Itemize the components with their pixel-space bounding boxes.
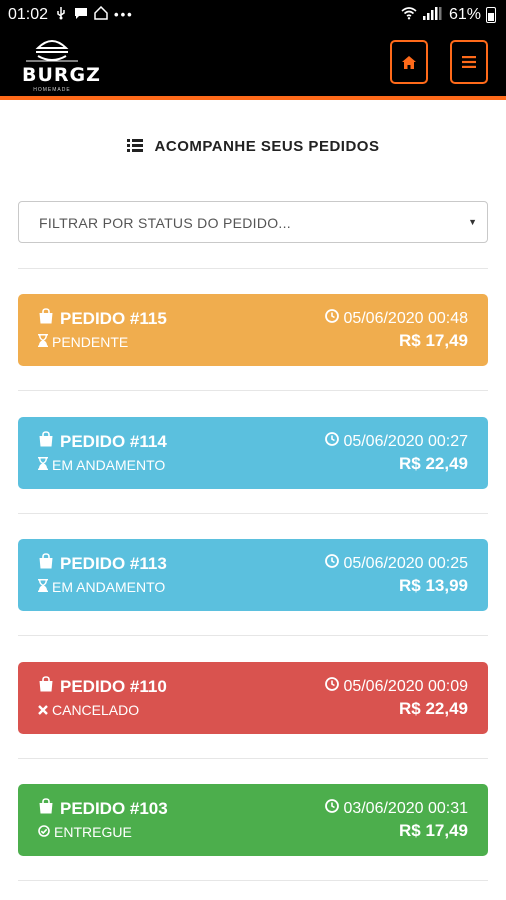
order-number: PEDIDO #103 [60, 798, 168, 818]
order-title: PEDIDO #110 [38, 676, 167, 697]
app-header: BURGZ HOMEMADE [0, 30, 506, 100]
order-title: PEDIDO #115 [38, 308, 167, 329]
home-button[interactable] [390, 40, 428, 84]
battery-percent: 61% [448, 6, 481, 23]
order-title: PEDIDO #114 [38, 431, 167, 452]
status-filter-placeholder: FILTRAR POR STATUS DO PEDIDO... [39, 215, 291, 231]
status-time: 01:02 [8, 6, 49, 23]
divider [18, 880, 488, 881]
hamburger-menu-icon [462, 56, 476, 68]
order-datetime-text: 03/06/2020 00:31 [343, 799, 468, 817]
divider [18, 268, 488, 269]
order-datetime: 05/06/2020 00:25 [325, 554, 468, 573]
order-total: R$ 22,49 [399, 699, 468, 718]
clock-icon [325, 677, 340, 696]
order-status: ENTREGUE [38, 824, 132, 840]
message-icon [74, 6, 88, 24]
order-status: EM ANDAMENTO [38, 579, 165, 595]
caret-down-icon: ▼ [468, 217, 477, 227]
order-status: PENDENTE [38, 334, 128, 350]
order-card[interactable]: PEDIDO #114 EM ANDAMENTO 05/06/2020 00:27 R… [18, 417, 488, 489]
shopping-bag-icon [38, 798, 54, 819]
divider [18, 758, 488, 759]
home-notification-icon [94, 5, 108, 24]
order-status-text: ENTREGUE [54, 824, 132, 840]
clock-icon [325, 554, 340, 573]
brand-tagline: HOMEMADE [33, 87, 71, 93]
order-datetime: 05/06/2020 00:48 [325, 309, 468, 328]
clock-icon [325, 799, 340, 818]
order-status-text: PENDENTE [52, 334, 129, 350]
order-datetime: 05/06/2020 00:27 [325, 432, 468, 451]
burger-logo-icon [26, 40, 78, 62]
battery-icon [486, 7, 496, 23]
order-card[interactable]: PEDIDO #103 ENTREGUE 03/06/2020 00:31 R$ 17… [18, 784, 488, 856]
check-circle-icon [38, 824, 50, 840]
order-number: PEDIDO #115 [60, 308, 167, 328]
shopping-bag-icon [38, 676, 54, 697]
divider [18, 390, 488, 391]
divider [18, 635, 488, 636]
signal-icon [422, 6, 444, 24]
order-number: PEDIDO #113 [60, 553, 167, 573]
order-datetime-text: 05/06/2020 00:27 [343, 432, 468, 450]
order-card[interactable]: PEDIDO #110 CANCELADO 05/06/2020 00:09 R$ 2… [18, 662, 488, 734]
order-card[interactable]: PEDIDO #115 PENDENTE 05/06/2020 00:48 R$ 17… [18, 294, 488, 366]
times-icon [38, 702, 48, 718]
order-datetime-text: 05/06/2020 00:09 [343, 677, 468, 695]
brand-name: BURGZ [22, 64, 101, 86]
list-icon [126, 138, 143, 156]
order-card[interactable]: PEDIDO #113 EM ANDAMENTO 05/06/2020 00:25 R… [18, 539, 488, 611]
order-datetime-text: 05/06/2020 00:25 [343, 554, 468, 572]
brand-logo[interactable]: BURGZ HOMEMADE [22, 34, 101, 93]
clock-icon [325, 309, 340, 328]
clock-icon [325, 432, 340, 451]
order-title: PEDIDO #103 [38, 798, 168, 819]
order-datetime: 03/06/2020 00:31 [325, 799, 468, 818]
shopping-bag-icon [38, 553, 54, 574]
home-icon [402, 55, 416, 69]
wifi-icon [401, 6, 417, 24]
order-status-text: EM ANDAMENTO [52, 457, 166, 473]
page-title-text: ACOMPANHE SEUS PEDIDOS [154, 138, 380, 155]
shopping-bag-icon [38, 431, 54, 452]
shopping-bag-icon [38, 308, 54, 329]
hourglass-icon [38, 334, 48, 350]
order-number: PEDIDO #114 [60, 431, 167, 451]
divider [18, 513, 488, 514]
order-datetime: 05/06/2020 00:09 [325, 677, 468, 696]
order-datetime-text: 05/06/2020 00:48 [343, 309, 468, 327]
page-title: ACOMPANHE SEUS PEDIDOS [0, 138, 506, 156]
status-filter-select[interactable]: FILTRAR POR STATUS DO PEDIDO... ▼ [18, 201, 488, 243]
order-total: R$ 13,99 [399, 576, 468, 595]
menu-button[interactable] [450, 40, 488, 84]
status-bar-right: 61% [401, 6, 496, 24]
status-bar: 01:02 ••• 61% [0, 0, 506, 30]
hourglass-icon [38, 457, 48, 473]
usb-icon [54, 6, 68, 24]
order-status-text: EM ANDAMENTO [52, 579, 166, 595]
order-status: CANCELADO [38, 702, 139, 718]
hourglass-icon [38, 579, 48, 595]
status-bar-left: 01:02 ••• [8, 5, 134, 24]
order-status-text: CANCELADO [52, 702, 140, 718]
order-status: EM ANDAMENTO [38, 457, 165, 473]
order-total: R$ 22,49 [399, 454, 468, 473]
more-notifications-icon: ••• [114, 7, 134, 22]
order-title: PEDIDO #113 [38, 553, 167, 574]
order-total: R$ 17,49 [399, 821, 468, 840]
order-total: R$ 17,49 [399, 331, 468, 350]
order-number: PEDIDO #110 [60, 676, 167, 696]
